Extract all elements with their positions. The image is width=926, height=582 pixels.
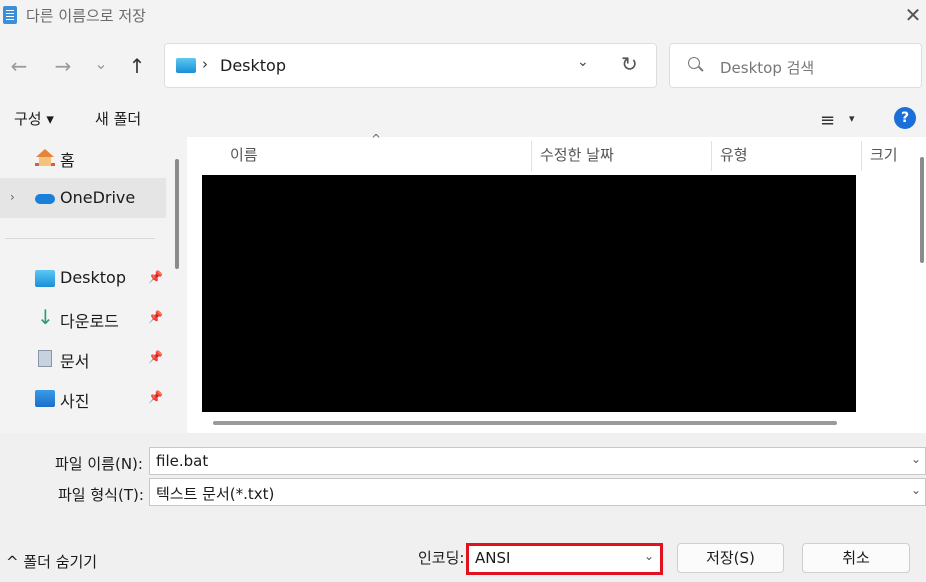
desktop-folder-icon [176, 58, 196, 73]
file-list[interactable]: ^ 이름 수정한 날짜 유형 크기 [187, 132, 926, 433]
navigation-pane[interactable]: 홈 › OneDrive Desktop 📌 다운로드 📌 문서 📌 사진 📌 [0, 137, 187, 433]
pin-icon[interactable]: 📌 [148, 310, 163, 324]
hide-folders-button[interactable]: ^ 폴더 숨기기 [6, 551, 97, 572]
sidebar-item-desktop[interactable]: Desktop 📌 [0, 258, 166, 298]
sidebar-item-label: 다운로드 [60, 312, 119, 331]
column-headers: ^ 이름 수정한 날짜 유형 크기 [187, 132, 926, 173]
sidebar-item-label: 홈 [60, 151, 75, 170]
filetype-select[interactable]: 텍스트 문서(*.txt) ⌄ [149, 478, 926, 506]
column-header-size[interactable]: 크기 [870, 144, 898, 165]
column-header-type[interactable]: 유형 [720, 144, 748, 165]
up-button[interactable]: ↑ [123, 52, 151, 80]
organize-button[interactable]: 구성 ▾ [14, 108, 54, 129]
view-options-icon[interactable]: ≡ [820, 110, 835, 131]
search-input[interactable]: Desktop 검색 [669, 43, 922, 88]
breadcrumb[interactable]: Desktop [220, 56, 286, 75]
filetype-value: 텍스트 문서(*.txt) [156, 485, 275, 503]
vertical-scrollbar[interactable] [920, 157, 924, 263]
sidebar-item-downloads[interactable]: 다운로드 📌 [0, 298, 166, 338]
encoding-label: 인코딩: [418, 549, 465, 567]
notepad-icon [3, 6, 17, 24]
column-divider[interactable] [861, 141, 862, 171]
sidebar-item-label: 사진 [60, 392, 90, 411]
sidebar-item-onedrive[interactable]: › OneDrive [0, 178, 166, 218]
sidebar-scrollbar[interactable] [175, 159, 179, 269]
sidebar-item-home[interactable]: 홈 [0, 137, 166, 177]
save-form: 파일 이름(N): file.bat ⌄ 파일 형식(T): 텍스트 문서(*.… [0, 433, 926, 582]
home-icon [35, 149, 55, 166]
sidebar-item-pictures[interactable]: 사진 📌 [0, 378, 166, 418]
sidebar-item-label: OneDrive [60, 188, 136, 207]
desktop-folder-icon [35, 270, 55, 287]
encoding-dropdown-icon[interactable]: ⌄ [644, 549, 654, 563]
pin-icon[interactable]: 📌 [148, 350, 163, 364]
view-dropdown-icon[interactable]: ▾ [849, 112, 855, 125]
sidebar-item-documents[interactable]: 문서 📌 [0, 338, 166, 378]
forward-button[interactable]: → [49, 52, 77, 80]
column-header-date[interactable]: 수정한 날짜 [540, 144, 614, 165]
document-icon [38, 350, 52, 367]
sidebar-divider [5, 238, 155, 239]
recent-locations-button[interactable]: ⌄ [87, 50, 115, 78]
column-header-name[interactable]: 이름 [230, 144, 258, 165]
filename-label: 파일 이름(N): [55, 455, 143, 473]
download-icon [35, 305, 55, 329]
save-button[interactable]: 저장(S) [677, 543, 784, 573]
cancel-button[interactable]: 취소 [802, 543, 910, 573]
redacted-file-list [202, 175, 856, 412]
onedrive-icon [35, 194, 55, 204]
search-icon [688, 57, 700, 69]
help-icon[interactable]: ? [894, 107, 916, 129]
pin-icon[interactable]: 📌 [148, 390, 163, 404]
filename-input[interactable]: file.bat ⌄ [149, 447, 926, 475]
sort-ascending-icon: ^ [371, 132, 382, 146]
new-folder-button[interactable]: 새 폴더 [95, 108, 141, 129]
back-button[interactable]: ← [5, 52, 33, 80]
title-bar: 다른 이름으로 저장 ✕ [0, 0, 926, 32]
address-dropdown-icon[interactable]: ⌄ [577, 54, 589, 70]
close-icon[interactable]: ✕ [900, 2, 926, 28]
expand-chevron-icon[interactable]: › [10, 190, 15, 204]
encoding-value: ANSI [475, 549, 511, 567]
pin-icon[interactable]: 📌 [148, 270, 163, 284]
column-divider[interactable] [711, 141, 712, 171]
pictures-icon [35, 390, 55, 407]
filename-dropdown-icon[interactable]: ⌄ [911, 452, 921, 466]
column-divider[interactable] [531, 141, 532, 171]
address-bar[interactable]: › Desktop ⌄ ↻ [164, 43, 657, 88]
sidebar-item-label: Desktop [60, 268, 126, 287]
filetype-label: 파일 형식(T): [58, 486, 144, 504]
sidebar-item-label: 문서 [60, 352, 90, 371]
filetype-dropdown-icon[interactable]: ⌄ [911, 483, 921, 497]
breadcrumb-separator: › [202, 55, 208, 73]
refresh-icon[interactable]: ↻ [621, 52, 638, 76]
search-placeholder: Desktop 검색 [720, 59, 815, 77]
encoding-select[interactable]: ANSI ⌄ [466, 543, 663, 575]
filename-value: file.bat [156, 452, 209, 470]
window-title: 다른 이름으로 저장 [26, 7, 146, 25]
horizontal-scrollbar[interactable] [213, 421, 837, 425]
